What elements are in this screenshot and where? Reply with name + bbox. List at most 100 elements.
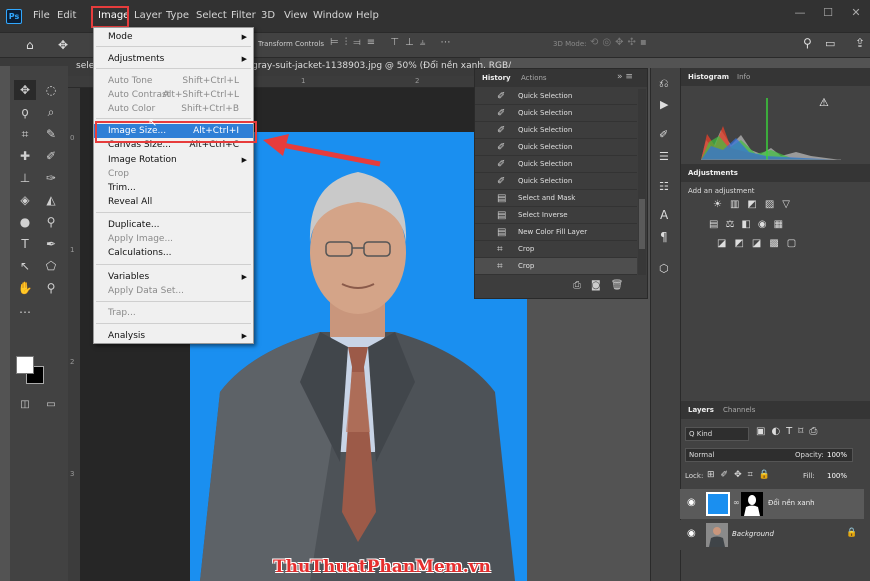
brush-settings-icon[interactable]: ✐ <box>659 128 668 141</box>
adjust-icon[interactable]: ☰ <box>659 150 669 163</box>
visibility-eye-icon[interactable]: ◉ <box>687 497 696 508</box>
tab-histogram[interactable]: Histogram <box>688 73 729 81</box>
crop-tool-icon[interactable]: ⌗ <box>14 124 36 144</box>
marquee-tool-icon[interactable]: ◌ <box>40 80 62 100</box>
layer-mask-thumbnail[interactable] <box>741 492 763 516</box>
lasso-tool-icon[interactable]: ϙ <box>14 102 36 122</box>
menu-edit[interactable]: Edit <box>57 10 76 21</box>
panel-menu-icon[interactable]: » ≡ <box>617 72 633 82</box>
lock-icons[interactable]: ⊞✐✥⌗🔒 <box>707 470 776 480</box>
menu-window[interactable]: Window <box>313 10 352 21</box>
move-tool-icon[interactable]: ✥ <box>58 38 68 52</box>
quick-selection-tool-icon[interactable]: ⌕ <box>40 102 62 122</box>
screen-mode-icon[interactable]: ▭ <box>40 394 62 414</box>
align-icons[interactable]: ⊨⫶⫤≡ ⊤⊥⫨ ⋯ <box>330 37 457 48</box>
path-selection-tool-icon[interactable]: ↖ <box>14 256 36 276</box>
menu-item-crop[interactable]: Crop <box>94 167 253 181</box>
menu-item-adjustments[interactable]: Adjustments ▶ <box>94 52 253 66</box>
history-row[interactable]: ✐ Quick Selection <box>475 139 637 156</box>
menu-item-auto-color[interactable]: Auto Color Shift+Ctrl+B <box>94 102 253 116</box>
document-tab-title[interactable]: gray-suit-jacket-1138903.jpg @ 50% (Đổi … <box>252 61 511 71</box>
menu-item-trim[interactable]: Trim... <box>94 181 253 195</box>
more-tools-icon[interactable]: ⋯ <box>14 302 36 322</box>
layer-kind-filter[interactable]: Q Kind <box>685 427 749 441</box>
link-icon[interactable]: ∞ <box>733 498 740 507</box>
menu-3d[interactable]: 3D <box>261 10 275 21</box>
menu-item-trap[interactable]: Trap... <box>94 306 253 320</box>
warning-icon[interactable]: ⚠ <box>819 96 829 109</box>
play-action-icon[interactable]: ▶ <box>660 98 668 111</box>
menu-item-image-rotation[interactable]: Image Rotation ▶ <box>94 153 253 167</box>
history-row[interactable]: ✐ Quick Selection <box>475 156 637 173</box>
workspace-icon[interactable]: ▭ <box>825 37 835 50</box>
menu-type[interactable]: Type <box>166 10 189 21</box>
character-icon[interactable]: A <box>660 208 668 222</box>
layer-name[interactable]: Đổi nền xanh <box>768 499 815 507</box>
stamp-tool-icon[interactable]: ⊥ <box>14 168 36 188</box>
menu-file[interactable]: File <box>33 10 50 21</box>
menu-item-analysis[interactable]: Analysis ▶ <box>94 329 253 343</box>
history-row[interactable]: ✐ Quick Selection <box>475 122 637 139</box>
history-row[interactable]: ✐ Quick Selection <box>475 105 637 122</box>
history-row[interactable]: ▤ Select and Mask <box>475 190 637 207</box>
history-row-selected[interactable]: ⌗ Crop <box>475 258 637 275</box>
menu-item-duplicate[interactable]: Duplicate... <box>94 218 253 232</box>
menu-item-calculations[interactable]: Calculations... <box>94 246 253 260</box>
healing-tool-icon[interactable]: ✚ <box>14 146 36 166</box>
lock-icon[interactable]: 🔒 <box>846 528 857 538</box>
layer-name[interactable]: Background <box>732 530 774 538</box>
3d-icon[interactable]: ⬡ <box>659 262 669 275</box>
search-icon[interactable]: ⚲ <box>803 36 812 50</box>
menu-view[interactable]: View <box>284 10 308 21</box>
transform-controls-label[interactable]: Transform Controls <box>258 40 324 48</box>
history-row[interactable]: ✐ Quick Selection <box>475 88 637 105</box>
menu-item-apply-image[interactable]: Apply Image... <box>94 232 253 246</box>
quick-mask-icon[interactable]: ◫ <box>14 394 36 414</box>
close-button[interactable]: ✕ <box>842 0 870 24</box>
brush-tool-icon[interactable]: ✐ <box>40 146 62 166</box>
move-tool-icon[interactable]: ✥ <box>14 80 36 100</box>
tab-actions[interactable]: Actions <box>521 74 547 82</box>
home-icon[interactable]: ⌂ <box>26 38 34 52</box>
opacity-value[interactable]: 100% <box>827 451 847 459</box>
tab-layers[interactable]: Layers <box>688 406 714 414</box>
history-row[interactable]: ✐ Quick Selection <box>475 173 637 190</box>
scrollbar-thumb[interactable] <box>639 199 645 249</box>
share-icon[interactable]: ⇪ <box>855 36 865 50</box>
pen-tool-icon[interactable]: ✒ <box>40 234 62 254</box>
maximize-button[interactable]: ☐ <box>814 0 842 24</box>
history-brush-tool-icon[interactable]: ✑ <box>40 168 62 188</box>
history-row[interactable]: ▤ Select Inverse <box>475 207 637 224</box>
eyedropper-tool-icon[interactable]: ✎ <box>40 124 62 144</box>
tab-channels[interactable]: Channels <box>723 406 755 414</box>
layer-filter-icons[interactable]: ▣◐T⌑⎙ <box>756 426 823 437</box>
history-panel-icon[interactable]: ⎌ <box>659 76 669 91</box>
gradient-tool-icon[interactable]: ◭ <box>40 190 62 210</box>
history-row[interactable]: ⌗ Crop <box>475 241 637 258</box>
hand-tool-icon[interactable]: ✋ <box>14 278 36 298</box>
minimize-button[interactable]: — <box>786 0 814 24</box>
background-layer-thumbnail[interactable] <box>706 523 728 547</box>
type-tool-icon[interactable]: T <box>14 234 36 254</box>
menu-item-auto-contrast[interactable]: Auto Contrast Alt+Shift+Ctrl+L <box>94 88 253 102</box>
adjustment-icons-row-2[interactable]: ▤⚖◧◉▦ <box>709 219 790 230</box>
history-row[interactable]: ▤ New Color Fill Layer <box>475 224 637 241</box>
fill-layer-thumbnail[interactable] <box>706 492 730 516</box>
adjustment-icons-row-3[interactable]: ◪◩◪▩▢ <box>717 238 804 249</box>
history-scrollbar[interactable] <box>638 89 646 275</box>
zoom-tool-icon[interactable]: ⚲ <box>40 278 62 298</box>
tab-history[interactable]: History <box>482 74 511 82</box>
menu-item-auto-tone[interactable]: Auto Tone Shift+Ctrl+L <box>94 74 253 88</box>
tab-info[interactable]: Info <box>737 73 750 81</box>
history-footer-icons[interactable]: ⎙◙🗑 <box>573 280 633 291</box>
menu-layer[interactable]: Layer <box>134 10 162 21</box>
layer-row-doi-nen-xanh[interactable]: ◉ ∞ Đổi nền xanh <box>680 489 864 519</box>
menu-help[interactable]: Help <box>356 10 379 21</box>
menu-filter[interactable]: Filter <box>231 10 256 21</box>
3d-tool-icons[interactable]: ⟲◎✥✣▪ <box>590 37 651 48</box>
visibility-eye-icon[interactable]: ◉ <box>687 528 696 539</box>
menu-item-reveal-all[interactable]: Reveal All <box>94 195 253 209</box>
foreground-color-swatch[interactable] <box>16 356 34 374</box>
menu-select[interactable]: Select <box>196 10 227 21</box>
eraser-tool-icon[interactable]: ◈ <box>14 190 36 210</box>
